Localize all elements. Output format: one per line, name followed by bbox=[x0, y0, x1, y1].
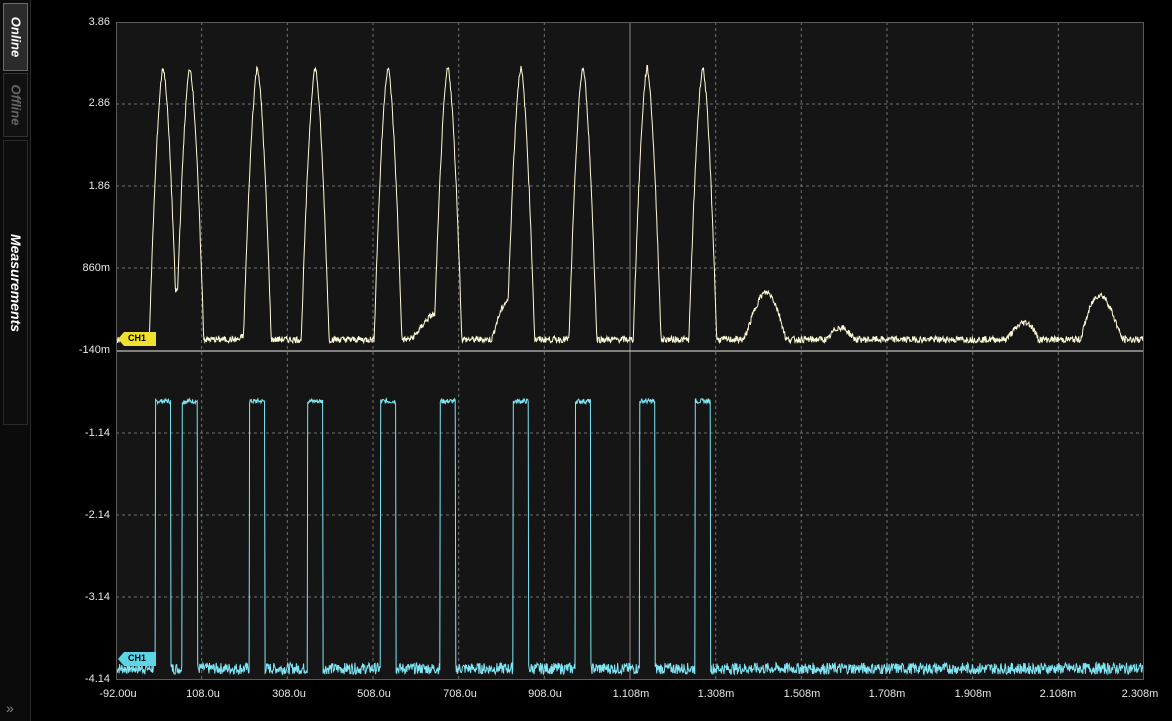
tab-offline[interactable]: Offline bbox=[3, 73, 28, 137]
ch1-marker[interactable]: CH1 bbox=[118, 332, 158, 346]
double-chevron-right-icon[interactable]: » bbox=[6, 700, 14, 716]
y-tick-label: 3.86 bbox=[88, 16, 110, 28]
x-tick-label: 308.0u bbox=[272, 688, 306, 700]
x-tick-label: -92.00u bbox=[99, 688, 137, 700]
y-tick-label: -4.14 bbox=[84, 673, 110, 685]
x-tick-label: 508.0u bbox=[357, 688, 391, 700]
tab-online[interactable]: Online bbox=[3, 3, 28, 71]
x-tick-label: 2.108m bbox=[1039, 688, 1077, 700]
tab-measurements[interactable]: Measurements bbox=[3, 140, 28, 425]
x-tick-label: 1.908m bbox=[954, 688, 992, 700]
x-tick-label: 1.708m bbox=[868, 688, 906, 700]
ch2-marker-label: CH1 bbox=[128, 653, 147, 663]
x-tick-label: 108.0u bbox=[186, 688, 220, 700]
y-tick-label: -1.14 bbox=[84, 427, 110, 439]
tab-online-label: Online bbox=[8, 16, 23, 58]
y-tick-label: -3.14 bbox=[84, 591, 110, 603]
y-tick-label: -140m bbox=[78, 344, 110, 356]
y-tick-label: 2.86 bbox=[88, 97, 110, 109]
y-tick-label: -2.14 bbox=[84, 509, 110, 521]
x-tick-label: 2.308m bbox=[1121, 688, 1159, 700]
ch1-marker-label: CH1 bbox=[128, 333, 147, 343]
tab-offline-label: Offline bbox=[8, 84, 23, 126]
y-tick-label: 860m bbox=[82, 262, 110, 274]
tab-measurements-label: Measurements bbox=[7, 233, 24, 332]
sidebar: Online Offline Measurements » bbox=[0, 0, 31, 721]
ch2-marker[interactable]: CH1 bbox=[118, 652, 158, 666]
x-tick-label: 708.0u bbox=[443, 688, 477, 700]
x-tick-label: 1.508m bbox=[783, 688, 821, 700]
x-tick-label: 1.308m bbox=[697, 688, 735, 700]
x-tick-label: 1.108m bbox=[612, 688, 650, 700]
x-tick-label: 908.0u bbox=[528, 688, 562, 700]
waveform-plot[interactable] bbox=[116, 22, 1144, 680]
y-tick-label: 1.86 bbox=[88, 180, 110, 192]
